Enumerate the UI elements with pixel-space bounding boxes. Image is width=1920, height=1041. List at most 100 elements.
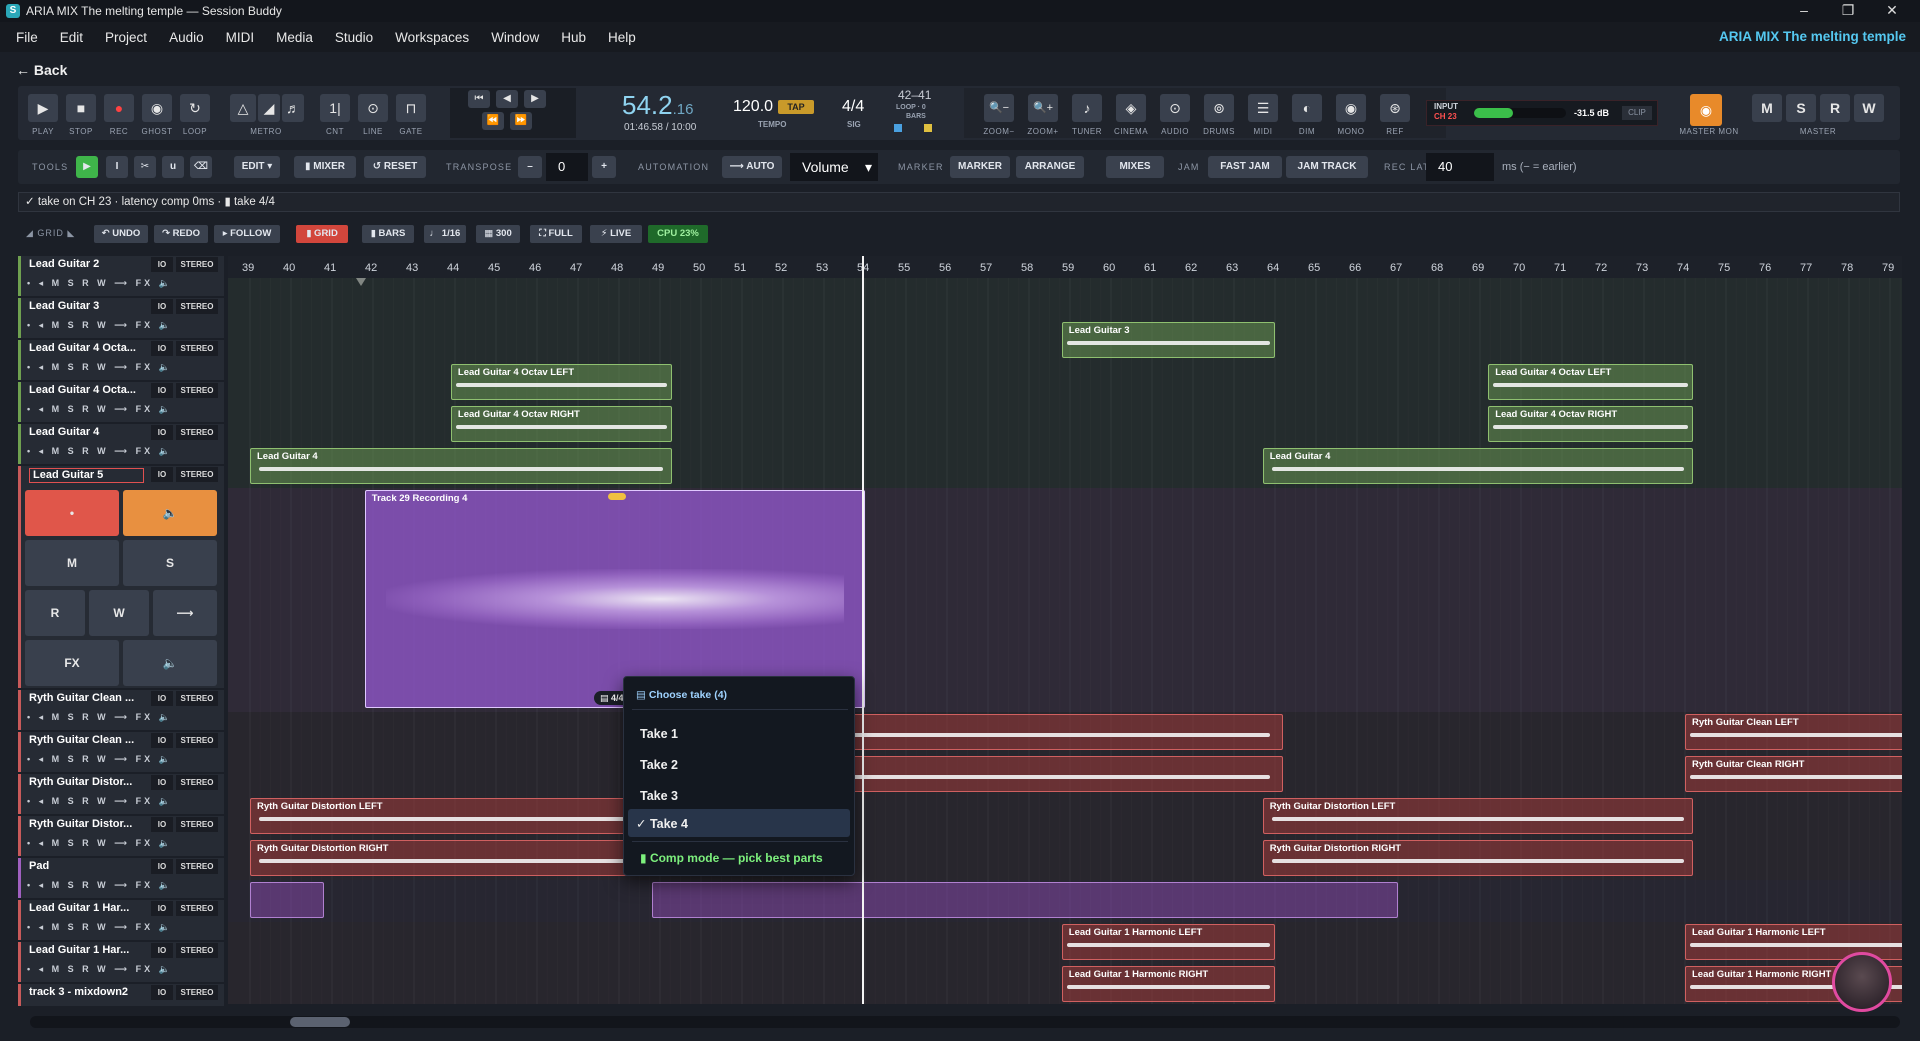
track-header[interactable]: Lead Guitar 1 Har... IO STEREO • ◂ M S R W …: [18, 900, 224, 940]
track-io-button[interactable]: IO: [151, 901, 173, 916]
input-channel[interactable]: CH 23: [1434, 112, 1457, 121]
track-header[interactable]: Lead Guitar 1 Har... IO STEREO • ◂ M S R W …: [18, 942, 224, 982]
track-stereo-button[interactable]: STEREO: [176, 733, 218, 748]
menu-help[interactable]: Help: [597, 30, 647, 45]
track-name[interactable]: Ryth Guitar Distor...: [29, 818, 144, 833]
track-name[interactable]: Ryth Guitar Clean ...: [29, 734, 144, 749]
audio-clip[interactable]: [651, 882, 1398, 918]
audio-clip[interactable]: Ryth Guitar Distortion LEFT: [1262, 798, 1694, 834]
mixes-button[interactable]: MIXES: [1106, 156, 1164, 178]
tuner-button[interactable]: ♪: [1072, 94, 1102, 122]
track-stereo-button[interactable]: STEREO: [176, 985, 218, 1000]
track-write-button[interactable]: W: [89, 590, 149, 636]
mixer-button[interactable]: ▮ MIXER: [294, 156, 356, 178]
master-monitor-button[interactable]: ◉: [1690, 94, 1722, 126]
track-name[interactable]: Lead Guitar 4 Octa...: [29, 342, 144, 357]
track-io-button[interactable]: IO: [151, 775, 173, 790]
cut-tool-button[interactable]: ✂: [134, 156, 156, 178]
menu-studio[interactable]: Studio: [324, 30, 384, 45]
track-stereo-button[interactable]: STEREO: [176, 943, 218, 958]
track-stereo-button[interactable]: STEREO: [176, 817, 218, 832]
full-button[interactable]: ⛶ FULL: [530, 225, 582, 243]
auto-button[interactable]: ⟶ AUTO: [722, 156, 782, 178]
rec-latency-input[interactable]: 40: [1426, 153, 1494, 181]
take-2-item[interactable]: Take 2: [640, 758, 678, 772]
track-control-strip[interactable]: • ◂ M S R W ⟶ FX 🔈: [27, 278, 222, 290]
record-button[interactable]: ●: [104, 94, 134, 122]
audio-clip[interactable]: Ryth Guitar Clean LEFT: [1685, 714, 1902, 750]
track-stereo-button[interactable]: STEREO: [176, 467, 218, 482]
comp-mode-item[interactable]: ▮ Comp mode — pick best parts: [640, 851, 823, 865]
clip-gain-handle[interactable]: [607, 493, 626, 500]
track-name[interactable]: Lead Guitar 5: [29, 468, 144, 483]
track-fx-button[interactable]: FX: [25, 640, 119, 686]
marker-button[interactable]: MARKER: [950, 156, 1010, 178]
track-stereo-button[interactable]: STEREO: [176, 425, 218, 440]
track-stereo-button[interactable]: STEREO: [176, 775, 218, 790]
audio-clip[interactable]: Ryth Guitar Distortion RIGHT: [1262, 840, 1694, 876]
menu-media[interactable]: Media: [265, 30, 324, 45]
track-io-button[interactable]: IO: [151, 257, 173, 272]
track-stereo-button[interactable]: STEREO: [176, 859, 218, 874]
track-stereo-button[interactable]: STEREO: [176, 341, 218, 356]
grid-toggle-button[interactable]: ▮ GRID: [296, 225, 348, 243]
track-name[interactable]: Lead Guitar 2: [29, 258, 144, 273]
track-header[interactable]: Lead Guitar 3 IO STEREO • ◂ M S R W ⟶ FX 🔈: [18, 298, 224, 338]
snap-button[interactable]: ♩ 1/16: [424, 225, 466, 243]
play-button[interactable]: ▶: [28, 94, 58, 122]
menu-workspaces[interactable]: Workspaces: [384, 30, 480, 45]
prev-button[interactable]: ◀: [496, 90, 518, 108]
audio-button[interactable]: ⊙: [1160, 94, 1190, 122]
menu-file[interactable]: File: [0, 30, 49, 45]
track-read-button[interactable]: R: [25, 590, 85, 636]
track-name[interactable]: track 3 - mixdown2: [29, 986, 144, 1001]
track-io-button[interactable]: IO: [151, 299, 173, 314]
menu-project[interactable]: Project: [94, 30, 158, 45]
count-in-button[interactable]: 1|: [320, 94, 350, 122]
menu-midi[interactable]: MIDI: [215, 30, 266, 45]
track-name[interactable]: Ryth Guitar Clean ...: [29, 692, 144, 707]
cinema-button[interactable]: ◈: [1116, 94, 1146, 122]
transpose-plus-button[interactable]: +: [592, 156, 616, 178]
restore-button[interactable]: ❐: [1828, 0, 1868, 22]
track-control-strip[interactable]: • ◂ M S R W ⟶ FX 🔈: [27, 838, 222, 850]
fast-forward-button[interactable]: ⏩: [510, 112, 532, 130]
track-header[interactable]: Ryth Guitar Distor... IO STEREO • ◂ M S R W…: [18, 816, 224, 856]
menu-window[interactable]: Window: [480, 30, 550, 45]
track-io-button[interactable]: IO: [151, 467, 173, 482]
track-name[interactable]: Lead Guitar 4: [29, 426, 144, 441]
midi-button[interactable]: ☰: [1248, 94, 1278, 122]
track-control-strip[interactable]: • ◂ M S R W ⟶ FX 🔈: [27, 754, 222, 766]
transpose-input[interactable]: 0: [546, 153, 588, 181]
audio-clip[interactable]: Lead Guitar 4: [250, 448, 673, 484]
master-solo-button[interactable]: S: [1786, 94, 1816, 122]
gate-button[interactable]: ⊓: [396, 94, 426, 122]
track-volume-button[interactable]: 🔈: [123, 640, 217, 686]
audio-clip[interactable]: Lead Guitar 3: [1061, 322, 1275, 358]
track-solo-button[interactable]: S: [123, 540, 217, 586]
track-header[interactable]: Lead Guitar 4 IO STEREO • ◂ M S R W ⟶ FX 🔈: [18, 424, 224, 464]
next-button[interactable]: ▶: [524, 90, 546, 108]
menu-edit[interactable]: Edit: [49, 30, 94, 45]
loop-range[interactable]: 42–41: [898, 88, 931, 102]
metronome-button[interactable]: △: [230, 94, 256, 122]
audio-clip[interactable]: Ryth Guitar Clean RIGHT: [1685, 756, 1902, 792]
track-name[interactable]: Lead Guitar 4 Octa...: [29, 384, 144, 399]
mono-button[interactable]: ◉: [1336, 94, 1366, 122]
track-header[interactable]: Lead Guitar 4 Octa... IO STEREO • ◂ M S R W…: [18, 340, 224, 380]
lock-icon[interactable]: [924, 124, 932, 132]
back-button[interactable]: ← Back: [16, 62, 67, 78]
track-name[interactable]: Pad: [29, 860, 144, 875]
track-control-strip[interactable]: • ◂ M S R W ⟶ FX 🔈: [27, 922, 222, 934]
track-stereo-button[interactable]: STEREO: [176, 901, 218, 916]
track-header[interactable]: Ryth Guitar Clean ... IO STEREO • ◂ M S R W…: [18, 732, 224, 772]
track-lane[interactable]: [228, 278, 1902, 320]
pointer-tool-button[interactable]: ▶: [76, 156, 98, 178]
text-tool-button[interactable]: I: [106, 156, 128, 178]
audio-clip[interactable]: Ryth Guitar Distortion RIGHT: [250, 840, 652, 876]
clip-indicator[interactable]: CLIP: [1622, 106, 1652, 120]
track-stereo-button[interactable]: STEREO: [176, 299, 218, 314]
bars-button[interactable]: ▮ BARS: [362, 225, 414, 243]
track-header[interactable]: Ryth Guitar Clean ... IO STEREO • ◂ M S R W…: [18, 690, 224, 730]
audio-clip[interactable]: Ryth Guitar Distortion LEFT: [250, 798, 652, 834]
